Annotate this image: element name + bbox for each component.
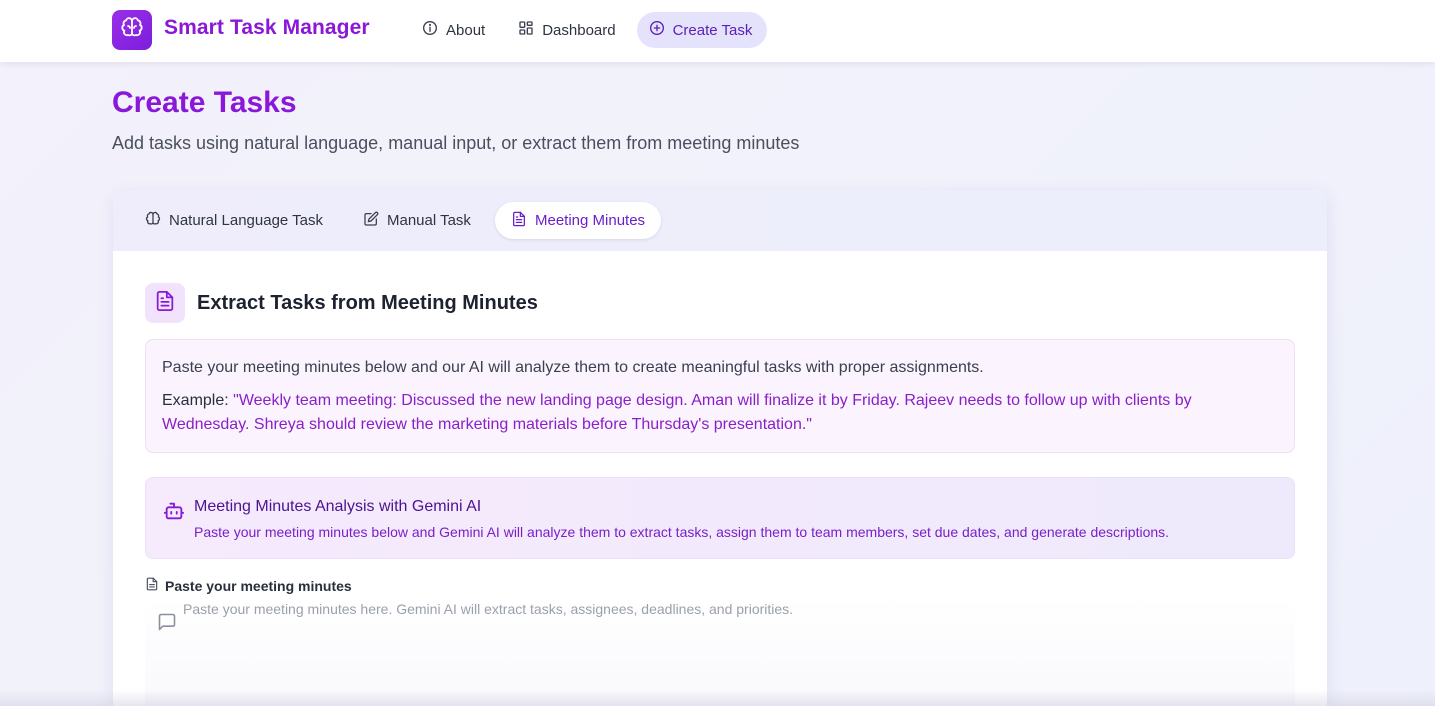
section-title: Extract Tasks from Meeting Minutes <box>197 292 538 314</box>
nav-create-task-label: Create Task <box>672 21 753 39</box>
tab-manual-task-label: Manual Task <box>387 212 471 229</box>
top-navbar: Smart Task Manager About Dashboard Creat… <box>0 0 1435 62</box>
info-box: Paste your meeting minutes below and our… <box>145 339 1295 453</box>
brain-icon <box>120 16 144 45</box>
file-icon <box>145 577 159 594</box>
tab-bar: Natural Language Task Manual Task Meetin… <box>113 190 1327 251</box>
nav-about[interactable]: About <box>410 12 500 48</box>
example-line: Example: "Weekly team meeting: Discussed… <box>162 389 1278 437</box>
chat-icon <box>157 612 177 637</box>
tab-meeting-minutes-label: Meeting Minutes <box>535 212 646 229</box>
meeting-minutes-textarea[interactable] <box>183 598 1283 706</box>
document-icon <box>511 211 527 231</box>
page-title: Create Tasks <box>112 86 297 119</box>
tab-natural-language-label: Natural Language Task <box>169 212 323 229</box>
main-nav: About Dashboard Create Task <box>410 12 768 48</box>
bot-icon <box>163 500 185 527</box>
example-label: Example: <box>162 392 229 409</box>
minutes-field-label: Paste your meeting minutes <box>145 577 352 594</box>
gemini-title: Meeting Minutes Analysis with Gemini AI <box>194 498 482 515</box>
info-text: Paste your meeting minutes below and our… <box>162 359 984 376</box>
page-subtitle: Add tasks using natural language, manual… <box>112 133 800 153</box>
nav-about-label: About <box>446 21 486 39</box>
app-title[interactable]: Smart Task Manager <box>164 16 370 40</box>
plus-circle-icon <box>649 20 665 40</box>
grid-icon <box>518 20 534 40</box>
tab-natural-language[interactable]: Natural Language Task <box>129 202 339 239</box>
example-text: "Weekly team meeting: Discussed the new … <box>162 392 1192 433</box>
app-logo[interactable] <box>112 10 152 50</box>
nav-dashboard-label: Dashboard <box>542 21 616 39</box>
document-icon <box>154 290 176 317</box>
nav-dashboard[interactable]: Dashboard <box>506 12 630 48</box>
nav-create-task[interactable]: Create Task <box>636 12 768 48</box>
info-icon <box>422 20 438 40</box>
minutes-field-label-text: Paste your meeting minutes <box>165 577 352 594</box>
tab-meeting-minutes[interactable]: Meeting Minutes <box>495 202 662 239</box>
gemini-description: Paste your meeting minutes below and Gem… <box>194 524 1170 540</box>
create-task-card: Natural Language Task Manual Task Meetin… <box>113 190 1327 706</box>
gemini-info-box: Meeting Minutes Analysis with Gemini AI … <box>145 477 1295 559</box>
section-icon-box <box>145 283 185 323</box>
tab-manual-task[interactable]: Manual Task <box>347 202 487 239</box>
edit-icon <box>363 211 379 231</box>
minutes-input-wrapper <box>145 598 1295 706</box>
brain-icon <box>145 211 161 231</box>
